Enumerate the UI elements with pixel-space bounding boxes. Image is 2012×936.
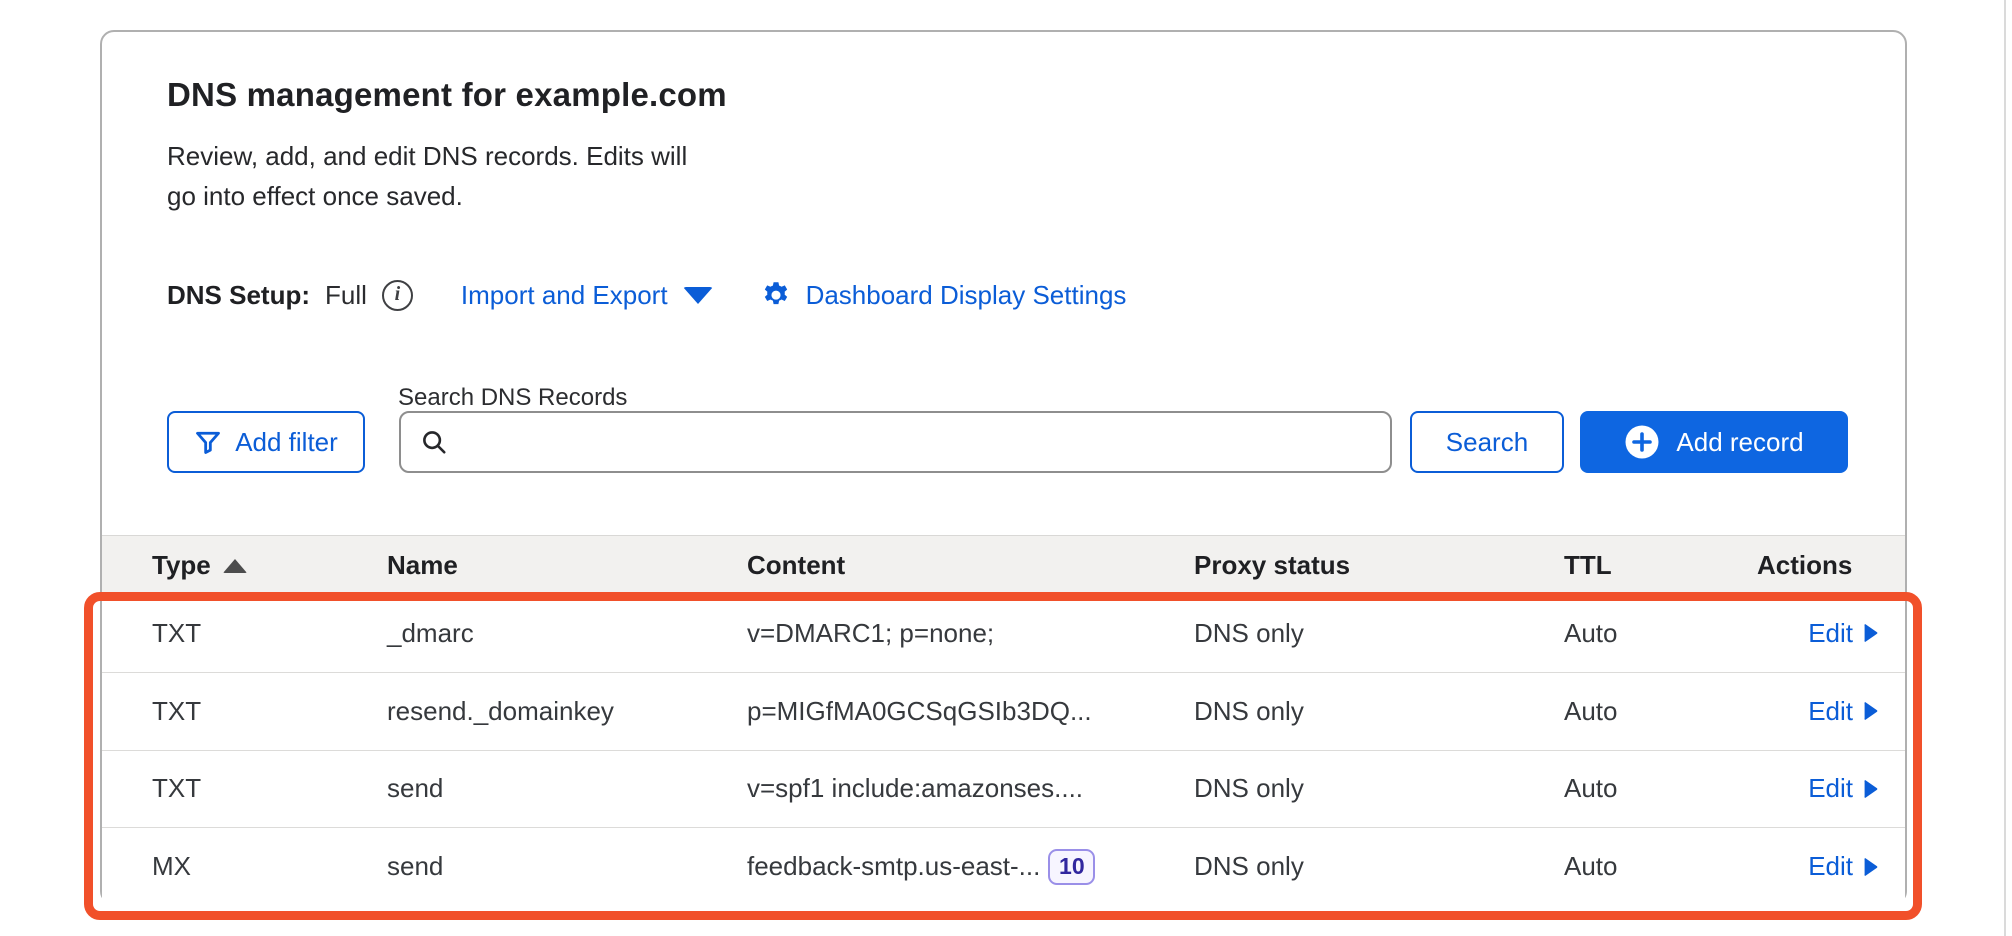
- dns-setup-label: DNS Setup:: [167, 280, 310, 311]
- page-subtitle-line2: go into effect once saved.: [167, 176, 687, 216]
- add-filter-label: Add filter: [235, 427, 338, 458]
- column-header-type[interactable]: Type: [152, 536, 247, 595]
- adjacent-panel-edge: [2004, 0, 2006, 936]
- dns-record-row: TXT resend._domainkey p=MIGfMA0GCSqGSIb3…: [102, 672, 1905, 750]
- edit-chevron-icon: [1863, 855, 1880, 879]
- record-actions: Edit: [1808, 673, 1880, 750]
- dns-setup-value: Full: [325, 280, 367, 311]
- page-subtitle-line1: Review, add, and edit DNS records. Edits…: [167, 136, 687, 176]
- records-table-header: Type Name Content Proxy status TTL Actio…: [102, 535, 1905, 594]
- records-table-body: TXT _dmarc v=DMARC1; p=none; DNS only Au…: [102, 594, 1905, 905]
- record-actions: Edit: [1808, 751, 1880, 828]
- plus-circle-icon: [1624, 424, 1660, 460]
- record-content: v=spf1 include:amazonses....: [747, 751, 1083, 828]
- record-proxy-status: DNS only: [1194, 673, 1304, 750]
- column-header-proxy-status: Proxy status: [1194, 536, 1350, 595]
- column-header-actions: Actions: [1757, 536, 1880, 595]
- info-icon[interactable]: i: [382, 280, 413, 311]
- column-header-name: Name: [387, 536, 458, 595]
- record-proxy-status: DNS only: [1194, 828, 1304, 905]
- record-proxy-status: DNS only: [1194, 751, 1304, 828]
- search-button[interactable]: Search: [1410, 411, 1564, 473]
- record-ttl: Auto: [1564, 828, 1618, 905]
- gear-icon: [759, 278, 793, 312]
- record-proxy-status: DNS only: [1194, 595, 1304, 672]
- record-type: MX: [152, 828, 191, 905]
- edit-record-link[interactable]: Edit: [1808, 773, 1853, 804]
- record-name: _dmarc: [387, 595, 474, 672]
- dns-management-page: DNS management for example.com Review, a…: [0, 0, 2012, 936]
- page-subtitle: Review, add, and edit DNS records. Edits…: [167, 136, 687, 216]
- edit-record-link[interactable]: Edit: [1808, 618, 1853, 649]
- search-input-container: [399, 411, 1392, 473]
- add-filter-button[interactable]: Add filter: [167, 411, 365, 473]
- search-icon: [419, 427, 449, 457]
- column-header-content: Content: [747, 536, 845, 595]
- chevron-down-icon: [683, 287, 713, 304]
- sort-ascending-icon: [223, 559, 247, 573]
- edit-chevron-icon: [1863, 777, 1880, 801]
- record-type: TXT: [152, 595, 201, 672]
- import-export-link[interactable]: Import and Export: [461, 280, 668, 311]
- record-name: resend._domainkey: [387, 673, 614, 750]
- mx-priority-badge: 10: [1048, 849, 1095, 885]
- record-actions: Edit: [1808, 595, 1880, 672]
- add-record-button[interactable]: Add record: [1580, 411, 1848, 473]
- filter-funnel-icon: [194, 428, 222, 456]
- dns-setup-row: DNS Setup: Full i Import and Export Dash…: [167, 275, 1126, 315]
- edit-record-link[interactable]: Edit: [1808, 696, 1853, 727]
- edit-record-link[interactable]: Edit: [1808, 851, 1853, 882]
- search-input[interactable]: [461, 413, 1390, 471]
- dns-record-row: MX send feedback-smtp.us-east-... 10 DNS…: [102, 827, 1905, 905]
- page-title-domain: example.com: [516, 76, 727, 113]
- record-type: TXT: [152, 673, 201, 750]
- dashboard-display-settings-link[interactable]: Dashboard Display Settings: [806, 280, 1127, 311]
- record-name: send: [387, 828, 443, 905]
- record-actions: Edit: [1808, 828, 1880, 905]
- edit-chevron-icon: [1863, 621, 1880, 645]
- record-content: p=MIGfMA0GCSqGSIb3DQ...: [747, 673, 1092, 750]
- record-name: send: [387, 751, 443, 828]
- record-ttl: Auto: [1564, 673, 1618, 750]
- dns-management-panel: DNS management for example.com Review, a…: [100, 30, 1907, 905]
- page-title: DNS management for example.com: [167, 76, 727, 114]
- record-ttl: Auto: [1564, 595, 1618, 672]
- record-type: TXT: [152, 751, 201, 828]
- page-title-prefix: DNS management for: [167, 76, 516, 113]
- record-ttl: Auto: [1564, 751, 1618, 828]
- dns-record-row: TXT send v=spf1 include:amazonses.... DN…: [102, 750, 1905, 828]
- add-record-label: Add record: [1676, 427, 1803, 458]
- column-header-ttl: TTL: [1564, 536, 1612, 595]
- record-content: feedback-smtp.us-east-... 10: [747, 828, 1095, 905]
- record-content: v=DMARC1; p=none;: [747, 595, 994, 672]
- search-records-label: Search DNS Records: [398, 384, 627, 412]
- edit-chevron-icon: [1863, 699, 1880, 723]
- dns-record-row: TXT _dmarc v=DMARC1; p=none; DNS only Au…: [102, 594, 1905, 672]
